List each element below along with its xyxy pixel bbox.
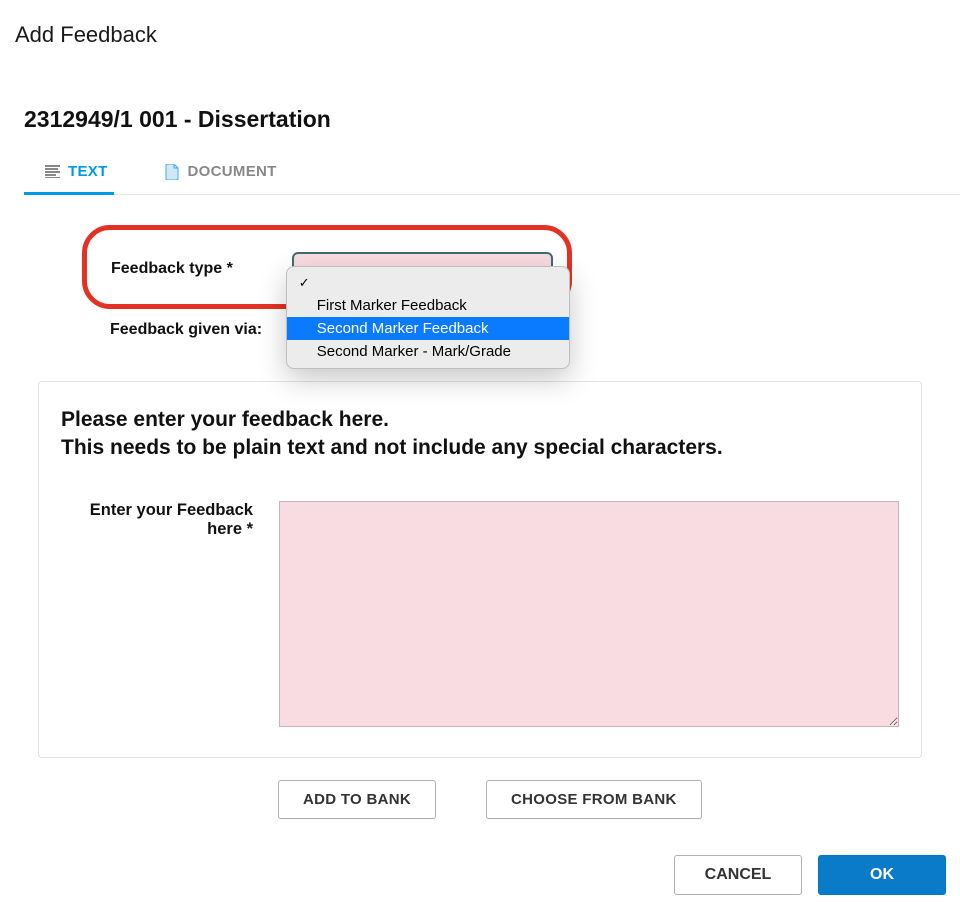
dropdown-option-second-marker-feedback[interactable]: Second Marker Feedback xyxy=(287,317,569,340)
cancel-button[interactable]: CANCEL xyxy=(674,855,802,895)
page-title: Add Feedback xyxy=(0,0,960,48)
feedback-type-select[interactable]: ✓ First Marker Feedback Second Marker Fe… xyxy=(292,252,553,286)
tab-document-label: DOCUMENT xyxy=(188,163,277,180)
tab-text[interactable]: TEXT xyxy=(24,155,114,194)
feedback-panel: Please enter your feedback here. This ne… xyxy=(38,381,922,758)
feedback-type-label: Feedback type * xyxy=(111,260,266,278)
tab-document[interactable]: DOCUMENT xyxy=(144,155,283,194)
add-to-bank-button[interactable]: ADD TO BANK xyxy=(278,780,436,819)
form-area: Feedback type * ✓ First Marker Feedback … xyxy=(0,195,960,895)
feedback-type-highlight: Feedback type * ✓ First Marker Feedback … xyxy=(82,225,572,309)
text-lines-icon xyxy=(44,164,60,180)
feedback-textarea[interactable] xyxy=(279,501,899,727)
ok-button[interactable]: OK xyxy=(818,855,946,895)
instruction-line-1: Please enter your feedback here. xyxy=(61,406,899,434)
dropdown-option-label: Second Marker - Mark/Grade xyxy=(317,343,557,360)
dropdown-option-label: First Marker Feedback xyxy=(317,297,557,314)
dropdown-option-second-marker-grade[interactable]: Second Marker - Mark/Grade xyxy=(287,340,569,363)
tab-text-label: TEXT xyxy=(68,163,108,180)
feedback-given-via-label: Feedback given via: xyxy=(110,321,270,339)
dropdown-option-first-marker[interactable]: First Marker Feedback xyxy=(287,294,569,317)
tab-bar: TEXT DOCUMENT xyxy=(24,155,960,195)
feedback-type-dropdown: ✓ First Marker Feedback Second Marker Fe… xyxy=(286,266,570,369)
instruction-line-2: This needs to be plain text and not incl… xyxy=(61,434,899,462)
enter-feedback-label: Enter your Feedback here * xyxy=(61,501,261,539)
record-heading: 2312949/1 001 - Dissertation xyxy=(0,48,960,133)
choose-from-bank-button[interactable]: CHOOSE FROM BANK xyxy=(486,780,702,819)
dropdown-option-blank[interactable]: ✓ xyxy=(287,272,569,294)
check-icon: ✓ xyxy=(299,275,317,291)
document-icon xyxy=(164,164,180,180)
dropdown-option-label: Second Marker Feedback xyxy=(317,320,557,337)
